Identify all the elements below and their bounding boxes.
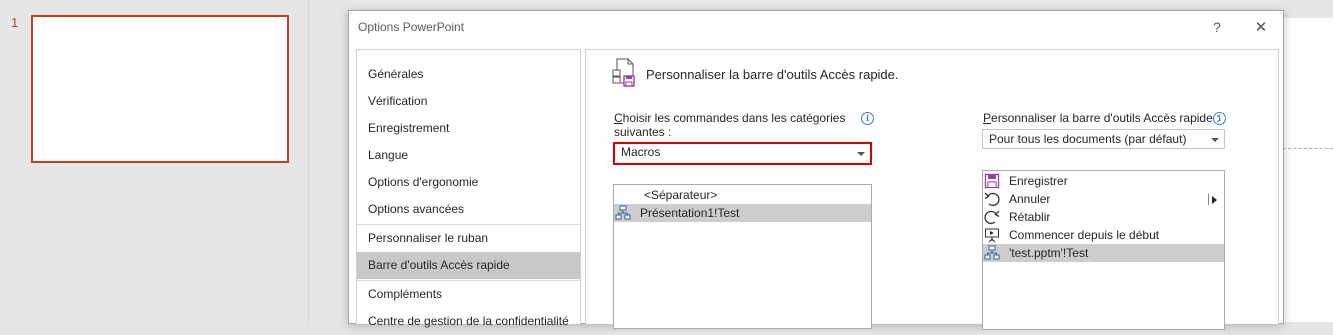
list-item-label: 'test.pptm'!Test (1009, 246, 1089, 260)
list-item[interactable]: Enregistrer (983, 172, 1224, 190)
macro-icon (615, 205, 631, 220)
nav-item-personnaliser-ruban[interactable]: Personnaliser le ruban (357, 225, 580, 252)
slideshow-start-icon (985, 228, 999, 243)
expand-arrow-icon[interactable] (1212, 196, 1217, 204)
dialog-title: Options PowerPoint (358, 20, 465, 34)
list-item-label: Annuler (1009, 192, 1051, 206)
slide-canvas[interactable] (1283, 18, 1333, 322)
nav-item-options-avancees[interactable]: Options avancées (357, 196, 580, 223)
options-nav: Générales Vérification Enregistrement La… (356, 49, 581, 328)
info-icon[interactable]: i (1213, 112, 1226, 125)
list-item-label: <Séparateur> (644, 188, 718, 202)
chevron-down-icon (1211, 138, 1219, 142)
options-dialog: Options PowerPoint ? ✕ Générales Vérific… (348, 10, 1284, 330)
nav-item-ergonomie[interactable]: Options d'ergonomie (357, 169, 580, 196)
help-button[interactable]: ? (1202, 15, 1232, 39)
chevron-down-icon (857, 152, 865, 156)
slide-placeholder-border (1283, 148, 1333, 149)
list-item[interactable]: Rétablir (983, 208, 1224, 226)
list-item[interactable]: Commencer depuis le début (983, 226, 1224, 244)
nav-item-complements[interactable]: Compléments (357, 281, 580, 308)
customize-qat-label: Personnaliser la barre d'outils Accès ra… (983, 111, 1219, 125)
nav-item-verification[interactable]: Vérification (357, 88, 580, 115)
customize-scope-select[interactable]: Pour tous les documents (par défaut) (982, 129, 1225, 149)
save-icon (984, 173, 1000, 189)
list-item[interactable]: Annuler (983, 190, 1224, 208)
list-item[interactable]: <Séparateur> (614, 186, 871, 204)
choose-commands-value: Macros (621, 145, 661, 159)
slide-thumbnail-pane: 1 (0, 0, 309, 322)
panel-title: Personnaliser la barre d'outils Accès ra… (646, 67, 899, 82)
toolbar-commands-list[interactable]: Enregistrer Annuler Rétablir Commencer d… (982, 170, 1225, 330)
nav-item-langue[interactable]: Langue (357, 142, 580, 169)
qat-settings-panel: Personnaliser la barre d'outils Accès ra… (585, 49, 1279, 330)
list-item-label: Rétablir (1009, 210, 1051, 224)
customize-scope-value: Pour tous les documents (par défaut) (989, 132, 1187, 146)
right-label-accelerator: P (983, 111, 992, 125)
nav-item-generales[interactable]: Générales (357, 61, 580, 88)
slide-number: 1 (11, 15, 19, 30)
list-item[interactable]: 'test.pptm'!Test (983, 244, 1224, 262)
list-item-label: Enregistrer (1009, 174, 1068, 188)
choose-label-line2: suivantes : (614, 125, 672, 139)
info-icon[interactable]: i (861, 112, 874, 125)
available-commands-list[interactable]: <Séparateur> Présentation1!Test (613, 184, 872, 329)
separator-line (1208, 194, 1209, 205)
close-button[interactable]: ✕ (1246, 15, 1276, 39)
choose-label-text: hoisir les commandes dans les catégories (622, 111, 846, 125)
undo-icon (984, 192, 1000, 207)
list-item[interactable]: Présentation1!Test (614, 204, 871, 222)
slide-thumbnail[interactable] (31, 15, 289, 163)
list-item-label: Présentation1!Test (640, 206, 740, 220)
redo-icon (984, 210, 1000, 225)
quick-access-toolbar-icon (612, 58, 635, 87)
choose-label-accelerator: C (614, 111, 623, 125)
macro-icon (984, 245, 1000, 260)
list-item-label: Commencer depuis le début (1009, 228, 1160, 242)
choose-commands-select[interactable]: Macros (613, 142, 872, 165)
right-label-text: ersonnaliser la barre d'outils Accès rap… (991, 111, 1220, 125)
choose-commands-label: Choisir les commandes dans les catégorie… (614, 111, 849, 139)
nav-item-enregistrement[interactable]: Enregistrement (357, 115, 580, 142)
nav-item-barre-acces-rapide[interactable]: Barre d'outils Accès rapide (357, 252, 580, 279)
